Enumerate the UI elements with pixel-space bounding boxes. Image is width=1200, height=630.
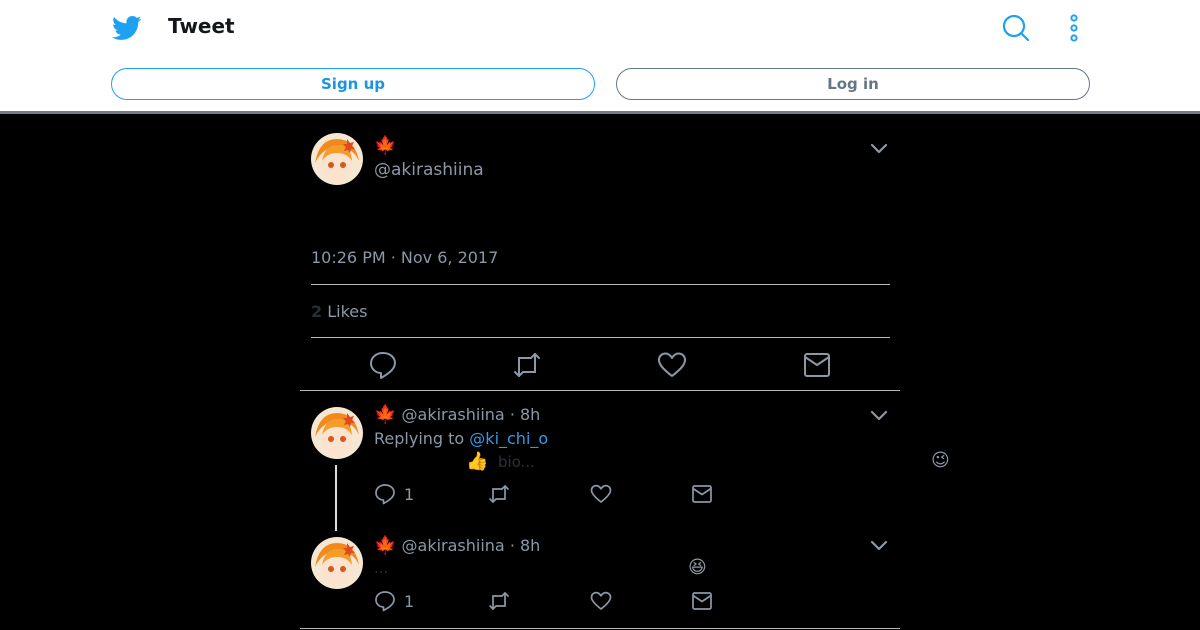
log-in-button[interactable]: Log in bbox=[616, 68, 1090, 100]
divider bbox=[311, 284, 890, 285]
display-name-maple-icon: 🍁 bbox=[374, 404, 397, 425]
share-button[interactable] bbox=[691, 483, 713, 505]
divider bbox=[300, 390, 900, 391]
like-icon bbox=[590, 484, 612, 503]
chevron-down-icon[interactable] bbox=[869, 408, 889, 422]
page-title: Tweet bbox=[168, 14, 235, 38]
reply-button[interactable]: 1 bbox=[374, 590, 414, 612]
top-bar: Tweet Sign up Log in bbox=[0, 0, 1200, 114]
reply-handle-time[interactable]: @akirashiina · 8h bbox=[402, 405, 541, 424]
retweet-icon bbox=[489, 485, 509, 503]
divider bbox=[311, 337, 890, 338]
sign-up-button[interactable]: Sign up bbox=[111, 68, 595, 100]
thumbs-up-emoji: 👍 bbox=[466, 451, 489, 472]
display-name-maple-icon: 🍁 bbox=[374, 135, 397, 156]
search-icon[interactable] bbox=[1000, 12, 1032, 44]
like-button[interactable] bbox=[590, 590, 612, 612]
share-mail-icon bbox=[692, 592, 712, 610]
replying-to-label: Replying to bbox=[374, 429, 470, 448]
like-button[interactable] bbox=[590, 483, 612, 505]
like-icon bbox=[590, 591, 612, 610]
author-handle[interactable]: @akirashiina bbox=[374, 160, 484, 180]
retweet-icon bbox=[489, 592, 509, 610]
wink-emoji: 😉 bbox=[931, 450, 950, 471]
reply-header: 🍁 @akirashiina · 8h bbox=[374, 404, 540, 425]
avatar[interactable] bbox=[311, 133, 363, 185]
reply-button[interactable]: 1 bbox=[374, 483, 414, 505]
retweet-button[interactable] bbox=[488, 483, 510, 505]
retweet-icon[interactable] bbox=[512, 350, 542, 380]
share-mail-icon bbox=[692, 485, 712, 503]
display-name-maple-icon: 🍁 bbox=[374, 535, 397, 556]
reply-body-text: bio... bbox=[498, 453, 535, 471]
reply-icon[interactable] bbox=[368, 350, 398, 380]
likes-label: Likes bbox=[327, 302, 368, 321]
reply-icon bbox=[375, 484, 395, 505]
reply-header: 🍁 @akirashiina · 8h bbox=[374, 535, 540, 556]
reply-body-text: ... bbox=[374, 559, 389, 577]
likes-count: 2 bbox=[311, 302, 323, 321]
reply-handle-time[interactable]: @akirashiina · 8h bbox=[402, 536, 541, 555]
avatar[interactable] bbox=[311, 407, 363, 459]
twitter-bird-icon[interactable] bbox=[112, 13, 142, 43]
mention-link[interactable]: @ki_chi_o bbox=[469, 429, 548, 448]
avatar[interactable] bbox=[311, 537, 363, 589]
more-vertical-icon[interactable] bbox=[1062, 12, 1086, 44]
reply-count: 1 bbox=[404, 591, 415, 611]
divider bbox=[300, 628, 900, 629]
likes-stat[interactable]: 2 Likes bbox=[311, 302, 367, 321]
reply-count: 1 bbox=[404, 484, 415, 504]
laughing-emoji: 😆 bbox=[688, 557, 707, 578]
chevron-down-icon[interactable] bbox=[869, 538, 889, 552]
share-mail-icon[interactable] bbox=[802, 350, 832, 380]
thread-line bbox=[335, 465, 337, 531]
chevron-down-icon[interactable] bbox=[869, 141, 889, 155]
replying-to: Replying to @ki_chi_o bbox=[374, 429, 548, 448]
share-button[interactable] bbox=[691, 590, 713, 612]
reply-icon bbox=[375, 591, 395, 612]
like-icon[interactable] bbox=[657, 350, 687, 380]
retweet-button[interactable] bbox=[488, 590, 510, 612]
tweet-timestamp[interactable]: 10:26 PM · Nov 6, 2017 bbox=[311, 248, 498, 267]
